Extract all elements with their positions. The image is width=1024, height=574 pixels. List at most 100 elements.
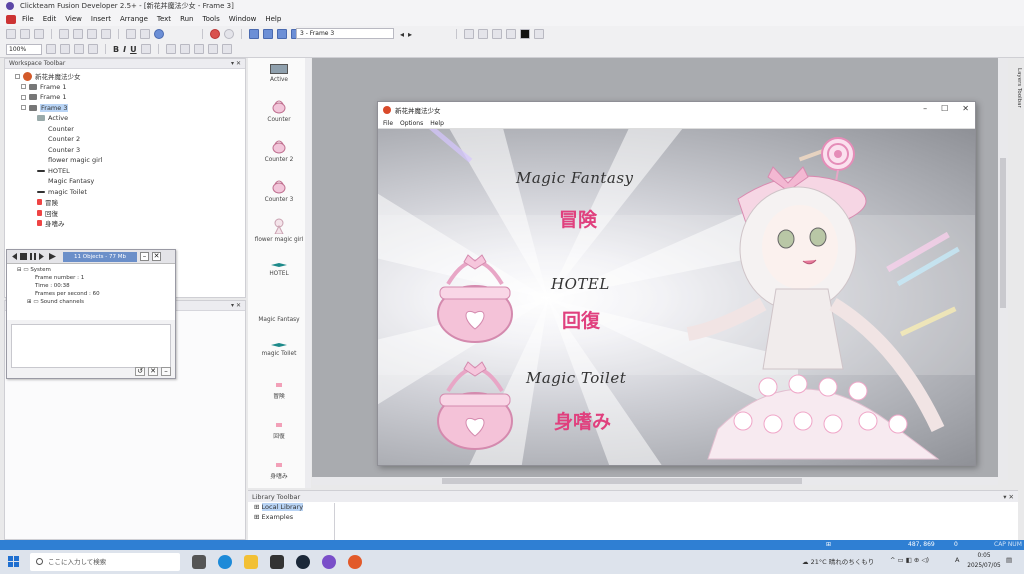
menu-help[interactable]: Help [265, 15, 281, 23]
tree-object[interactable]: 回復 [15, 208, 245, 219]
frame-select-dropdown[interactable]: 3 - Frame 3 [296, 28, 394, 39]
tree-object[interactable]: flower magic girl [15, 155, 245, 166]
edge-browser-icon[interactable] [218, 555, 232, 569]
collapse-icon[interactable] [15, 73, 20, 79]
storyboard-icon[interactable] [249, 29, 259, 39]
hand-icon[interactable] [46, 44, 56, 54]
color-black-icon[interactable] [520, 29, 531, 39]
library-item-local[interactable]: ⊞ Local Library [248, 502, 1018, 512]
save-icon[interactable] [34, 29, 44, 39]
delete-icon[interactable] [101, 29, 111, 39]
tree-object[interactable]: Counter 2 [15, 134, 245, 145]
palette-item-counter-2[interactable]: Counter 2 [248, 138, 310, 163]
steam-icon[interactable] [296, 555, 310, 569]
menu-run[interactable]: Run [180, 15, 193, 23]
align-center-icon[interactable] [179, 44, 190, 54]
view-icon-2[interactable] [478, 29, 489, 39]
panel-controls[interactable]: ▾ ✕ [231, 60, 241, 67]
step-icon[interactable] [39, 253, 44, 260]
menu-insert[interactable]: Insert [91, 15, 111, 23]
bold-button[interactable]: B [113, 45, 119, 54]
collapse-icon[interactable] [21, 105, 26, 111]
italic-button[interactable]: I [123, 45, 126, 54]
minimize-icon[interactable]: – [140, 252, 149, 261]
palette-item-adventure[interactable]: 冒険 [248, 382, 310, 400]
frame-editor-icon[interactable] [263, 29, 273, 39]
next-frame-icon[interactable]: ▸ [408, 30, 412, 39]
palette-item-groom[interactable]: 身嗜み [248, 462, 310, 480]
notification-icon[interactable]: ▤ [1006, 556, 1012, 564]
help-icon[interactable] [154, 29, 164, 39]
debugger-sound[interactable]: ⊞ ▭ Sound channels [13, 298, 175, 306]
game-menu-help[interactable]: Help [430, 120, 444, 127]
game-canvas[interactable]: Magic Fantasy 冒険 HOTEL 回復 Magic Toilet 身… [378, 129, 975, 465]
game-menu-file[interactable]: File [383, 120, 393, 127]
tree-object[interactable]: HOTEL [15, 166, 245, 177]
play-icon[interactable] [49, 253, 56, 260]
recover-option[interactable]: 回復 [562, 306, 600, 333]
tree-object[interactable]: Counter 3 [15, 145, 245, 156]
refresh-icon[interactable]: ↺ [135, 367, 145, 376]
palette-scrollbar[interactable] [305, 58, 311, 488]
menu-edit[interactable]: Edit [43, 15, 57, 23]
mail-icon[interactable] [270, 555, 284, 569]
expand-icon[interactable] [21, 84, 26, 90]
cut-icon[interactable] [59, 29, 69, 39]
file-explorer-icon[interactable] [244, 555, 258, 569]
open-file-icon[interactable] [20, 29, 30, 39]
stop-icon[interactable] [210, 29, 220, 39]
weather-status[interactable]: ☁ 21°C 晴れのちくもり [802, 556, 874, 566]
underline-button[interactable]: U [130, 45, 137, 54]
scroll-thumb[interactable] [1000, 158, 1006, 308]
view-icon-1[interactable] [464, 29, 475, 39]
collapse-icon[interactable]: – [161, 367, 171, 376]
ime-indicator[interactable]: A [955, 556, 959, 564]
palette-item-active[interactable]: Active [248, 64, 310, 83]
panel-controls[interactable]: ▾ ✕ [231, 302, 241, 309]
view-icon-3[interactable] [492, 29, 503, 39]
tree-object[interactable]: 身嗜み [15, 218, 245, 229]
menu-tools[interactable]: Tools [203, 15, 220, 23]
debugger-window[interactable]: 11 Objects - 77 Mb – ✕ ⊟ ▭ System Frame … [6, 249, 176, 379]
tree-object[interactable]: Magic Fantasy [15, 176, 245, 187]
zoom-icon[interactable] [60, 44, 70, 54]
groom-option[interactable]: 身嗜み [554, 407, 611, 434]
pause-icon[interactable] [30, 253, 36, 260]
palette-item-recover[interactable]: 回復 [248, 422, 310, 440]
menu-arrange[interactable]: Arrange [120, 15, 148, 23]
expand-icon[interactable] [21, 94, 26, 100]
undo-icon[interactable] [126, 29, 136, 39]
palette-item-magic-toilet[interactable]: magic Toilet [248, 342, 310, 357]
menu-view[interactable]: View [65, 15, 82, 23]
align-left-icon[interactable] [165, 44, 176, 54]
stop-icon[interactable] [20, 253, 27, 260]
justify-icon[interactable] [207, 44, 218, 54]
tree-root[interactable]: 新花丼魔法少女 [15, 71, 245, 82]
tree-object[interactable]: Counter [15, 124, 245, 135]
game-preview-window[interactable]: 新花丼魔法少女 – ☐ ✕ File Options Help Magic Fa… [377, 101, 976, 466]
panel-controls[interactable]: ▾ ✕ [1003, 493, 1014, 501]
editor-horizontal-scrollbar[interactable] [312, 477, 998, 485]
task-view-icon[interactable] [192, 555, 206, 569]
step-back-icon[interactable] [12, 253, 17, 260]
fusion-app-icon[interactable] [348, 555, 362, 569]
windows-start-icon[interactable] [8, 556, 20, 568]
maximize-icon[interactable]: ☐ [941, 104, 948, 113]
library-item-examples[interactable]: ⊞ Examples [248, 512, 1018, 522]
minimize-icon[interactable]: – [923, 104, 927, 113]
layers-toolbar-tab[interactable]: Layers Toolbar [1010, 58, 1022, 118]
remove-icon[interactable]: ✕ [148, 367, 158, 376]
grid-icon[interactable] [534, 29, 545, 39]
view-icon-4[interactable] [506, 29, 517, 39]
scroll-thumb[interactable] [442, 478, 802, 484]
debugger-system[interactable]: ⊟ ▭ System [13, 266, 175, 274]
editor-vertical-scrollbar[interactable] [998, 58, 1008, 480]
adventure-option[interactable]: 冒険 [559, 205, 597, 232]
palette-item-hotel[interactable]: HOTEL [248, 262, 310, 277]
align-icon[interactable] [88, 44, 98, 54]
prev-frame-icon[interactable]: ◂ [400, 30, 404, 39]
palette-item-flower-magic-girl[interactable]: flower magic girl [248, 218, 310, 243]
close-icon[interactable]: ✕ [152, 252, 161, 261]
paste-icon[interactable] [87, 29, 97, 39]
align-right-icon[interactable] [193, 44, 204, 54]
